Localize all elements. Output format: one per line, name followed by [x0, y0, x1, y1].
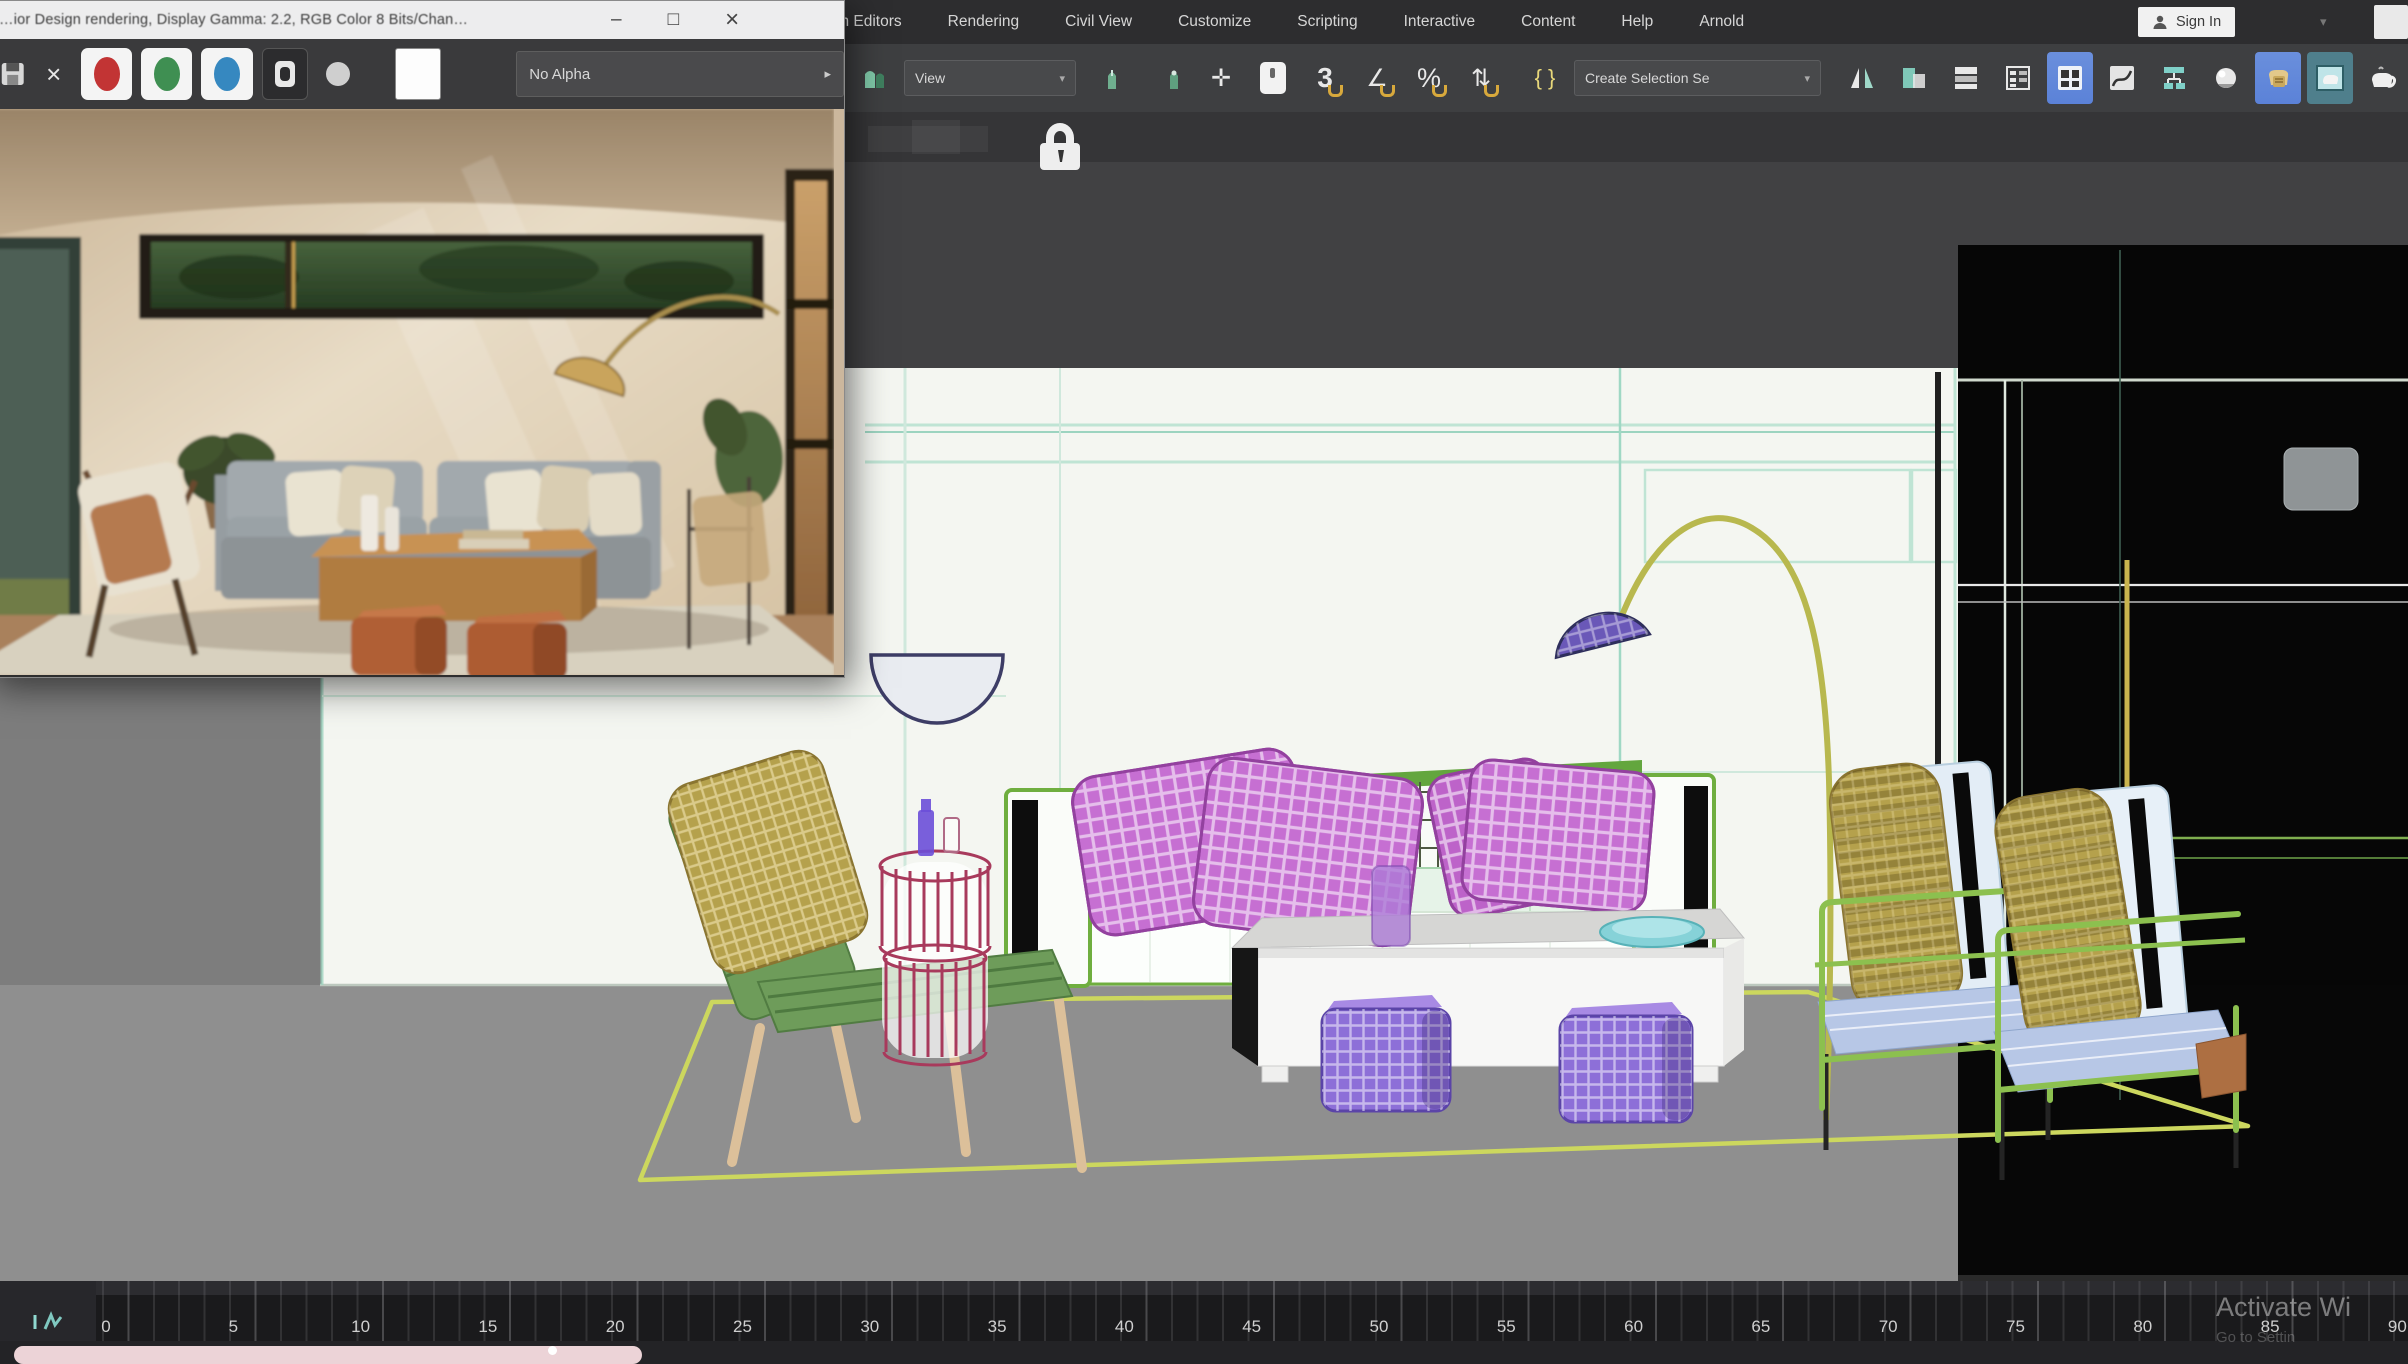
- frame-label-0: 0: [101, 1317, 110, 1337]
- sign-in-button[interactable]: Sign In: [2138, 7, 2235, 37]
- track-bar: [0, 1341, 2408, 1364]
- menu-arnold[interactable]: Arnold: [1699, 13, 1744, 31]
- render-production-icon[interactable]: [2359, 52, 2405, 104]
- frame-label-65: 65: [1751, 1317, 1770, 1337]
- time-slider-handle[interactable]: [548, 1346, 557, 1355]
- rendered-frame-window[interactable]: …ior Design rendering, Display Gamma: 2.…: [0, 0, 845, 678]
- menubar-items: Graph EditorsRenderingCivil ViewCustomiz…: [806, 0, 1744, 44]
- render-setup-icon[interactable]: [2255, 52, 2301, 104]
- angle-snap-icon[interactable]: ∠: [1354, 52, 1400, 104]
- named-selection-set-dropdown[interactable]: Create Selection Se ▾: [1574, 60, 1821, 96]
- chevron-right-icon: ▸: [825, 66, 832, 82]
- frame-label-40: 40: [1115, 1317, 1134, 1337]
- timeline-labels: 0 5 10 15 20 25 30 35 40 45 50 55 60 65 70 75 80 85 90: [0, 1281, 2408, 1341]
- snap-toggle-3d-icon[interactable]: 3: [1302, 52, 1348, 104]
- maximize-icon[interactable]: □: [668, 9, 679, 31]
- select-object-icon[interactable]: [1250, 52, 1296, 104]
- rfw-title-bar[interactable]: …ior Design rendering, Display Gamma: 2.…: [0, 1, 844, 39]
- menu-scripting[interactable]: Scripting: [1297, 13, 1357, 31]
- chevron-down-icon: ▾: [1804, 72, 1810, 85]
- magnet-icon: [1484, 85, 1499, 97]
- reference-coordinate-dropdown[interactable]: View ▾: [904, 60, 1076, 96]
- close-icon[interactable]: ×: [725, 6, 739, 34]
- selection-set-label: Create Selection Se: [1585, 70, 1710, 86]
- magnet-icon: [1432, 85, 1447, 97]
- magnet-icon: [1328, 85, 1343, 97]
- frame-label-35: 35: [988, 1317, 1007, 1337]
- rendered-frame-window-icon[interactable]: [2307, 52, 2353, 104]
- monochrome-toggle[interactable]: [317, 49, 361, 99]
- mirror-icon[interactable]: [1839, 52, 1885, 104]
- select-and-move-icon[interactable]: ✛: [1198, 52, 1244, 104]
- workspace-button[interactable]: [2374, 5, 2408, 39]
- rfw-channel-dropdown[interactable]: No Alpha ▸: [516, 51, 844, 97]
- alpha-channel-toggle[interactable]: [262, 48, 308, 100]
- toggle-ribbon-icon[interactable]: [2047, 52, 2093, 104]
- reference-render-image: [0, 109, 834, 675]
- frame-label-80: 80: [2133, 1317, 2152, 1337]
- curve-editor-icon[interactable]: [2099, 52, 2145, 104]
- frame-label-10: 10: [351, 1317, 370, 1337]
- red-channel-toggle[interactable]: [81, 48, 132, 100]
- percent-snap-icon[interactable]: %: [1406, 52, 1452, 104]
- timeline-ruler[interactable]: 0 5 10 15 20 25 30 35 40 45 50 55 60 65 70 75 80 85 90: [0, 1281, 2408, 1341]
- frame-label-30: 30: [860, 1317, 879, 1337]
- frame-label-55: 55: [1497, 1317, 1516, 1337]
- blue-channel-toggle[interactable]: [201, 48, 252, 100]
- 3dsmax-application: Graph EditorsRenderingCivil ViewCustomiz…: [0, 0, 2408, 1364]
- frame-label-20: 20: [606, 1317, 625, 1337]
- magnet-icon: [1380, 85, 1395, 97]
- sign-in-caret-icon[interactable]: ▾: [2320, 14, 2327, 30]
- align-icon[interactable]: [1891, 52, 1937, 104]
- green-channel-toggle[interactable]: [141, 48, 192, 100]
- scene-explorer-icon[interactable]: [1995, 52, 2041, 104]
- chevron-down-icon: ▾: [1059, 72, 1065, 85]
- menu-civil-view[interactable]: Civil View: [1065, 13, 1132, 31]
- menu-content[interactable]: Content: [1521, 13, 1575, 31]
- frame-label-85: 85: [2261, 1317, 2280, 1337]
- timeline-left-panel: [0, 1281, 96, 1341]
- user-icon: [2152, 14, 2168, 30]
- unlink-selection-icon[interactable]: [1094, 52, 1140, 104]
- frame-label-60: 60: [1624, 1317, 1643, 1337]
- save-image-icon[interactable]: [0, 59, 26, 89]
- edit-named-selection-sets-icon[interactable]: { }: [1522, 52, 1568, 104]
- rfw-channel-label: No Alpha: [529, 66, 590, 83]
- set-key-icon[interactable]: [31, 1311, 65, 1333]
- menu-rendering[interactable]: Rendering: [948, 13, 1020, 31]
- bind-to-space-warp-icon[interactable]: [1146, 52, 1192, 104]
- frame-label-45: 45: [1242, 1317, 1261, 1337]
- schematic-view-icon[interactable]: [2151, 52, 2197, 104]
- rfw-toolbar: × No Alpha ▸: [0, 39, 844, 109]
- sign-in-label: Sign In: [2176, 14, 2221, 30]
- material-editor-icon[interactable]: [2203, 52, 2249, 104]
- select-and-link-icon[interactable]: [852, 52, 898, 104]
- clone-window-icon[interactable]: ×: [35, 59, 72, 90]
- clear-color-swatch[interactable]: [395, 48, 441, 100]
- coord-dropdown-label: View: [915, 70, 945, 86]
- frame-label-25: 25: [733, 1317, 752, 1337]
- frame-label-90: 90: [2388, 1317, 2407, 1337]
- sets-glyph: { }: [1535, 65, 1556, 91]
- frame-label-15: 15: [478, 1317, 497, 1337]
- menu-customize[interactable]: Customize: [1178, 13, 1251, 31]
- spinner-snap-icon[interactable]: ⇅: [1458, 52, 1504, 104]
- menu-interactive[interactable]: Interactive: [1404, 13, 1476, 31]
- frame-label-50: 50: [1370, 1317, 1389, 1337]
- rendered-image-area: [0, 109, 844, 675]
- frame-label-75: 75: [2006, 1317, 2025, 1337]
- layer-explorer-icon[interactable]: [1943, 52, 1989, 104]
- frame-label-70: 70: [1879, 1317, 1898, 1337]
- rfw-title-text: …ior Design rendering, Display Gamma: 2.…: [0, 12, 599, 28]
- minimize-icon[interactable]: –: [611, 9, 622, 31]
- menu-help[interactable]: Help: [1621, 13, 1653, 31]
- move-glyph: ✛: [1211, 64, 1231, 93]
- frame-label-5: 5: [229, 1317, 238, 1337]
